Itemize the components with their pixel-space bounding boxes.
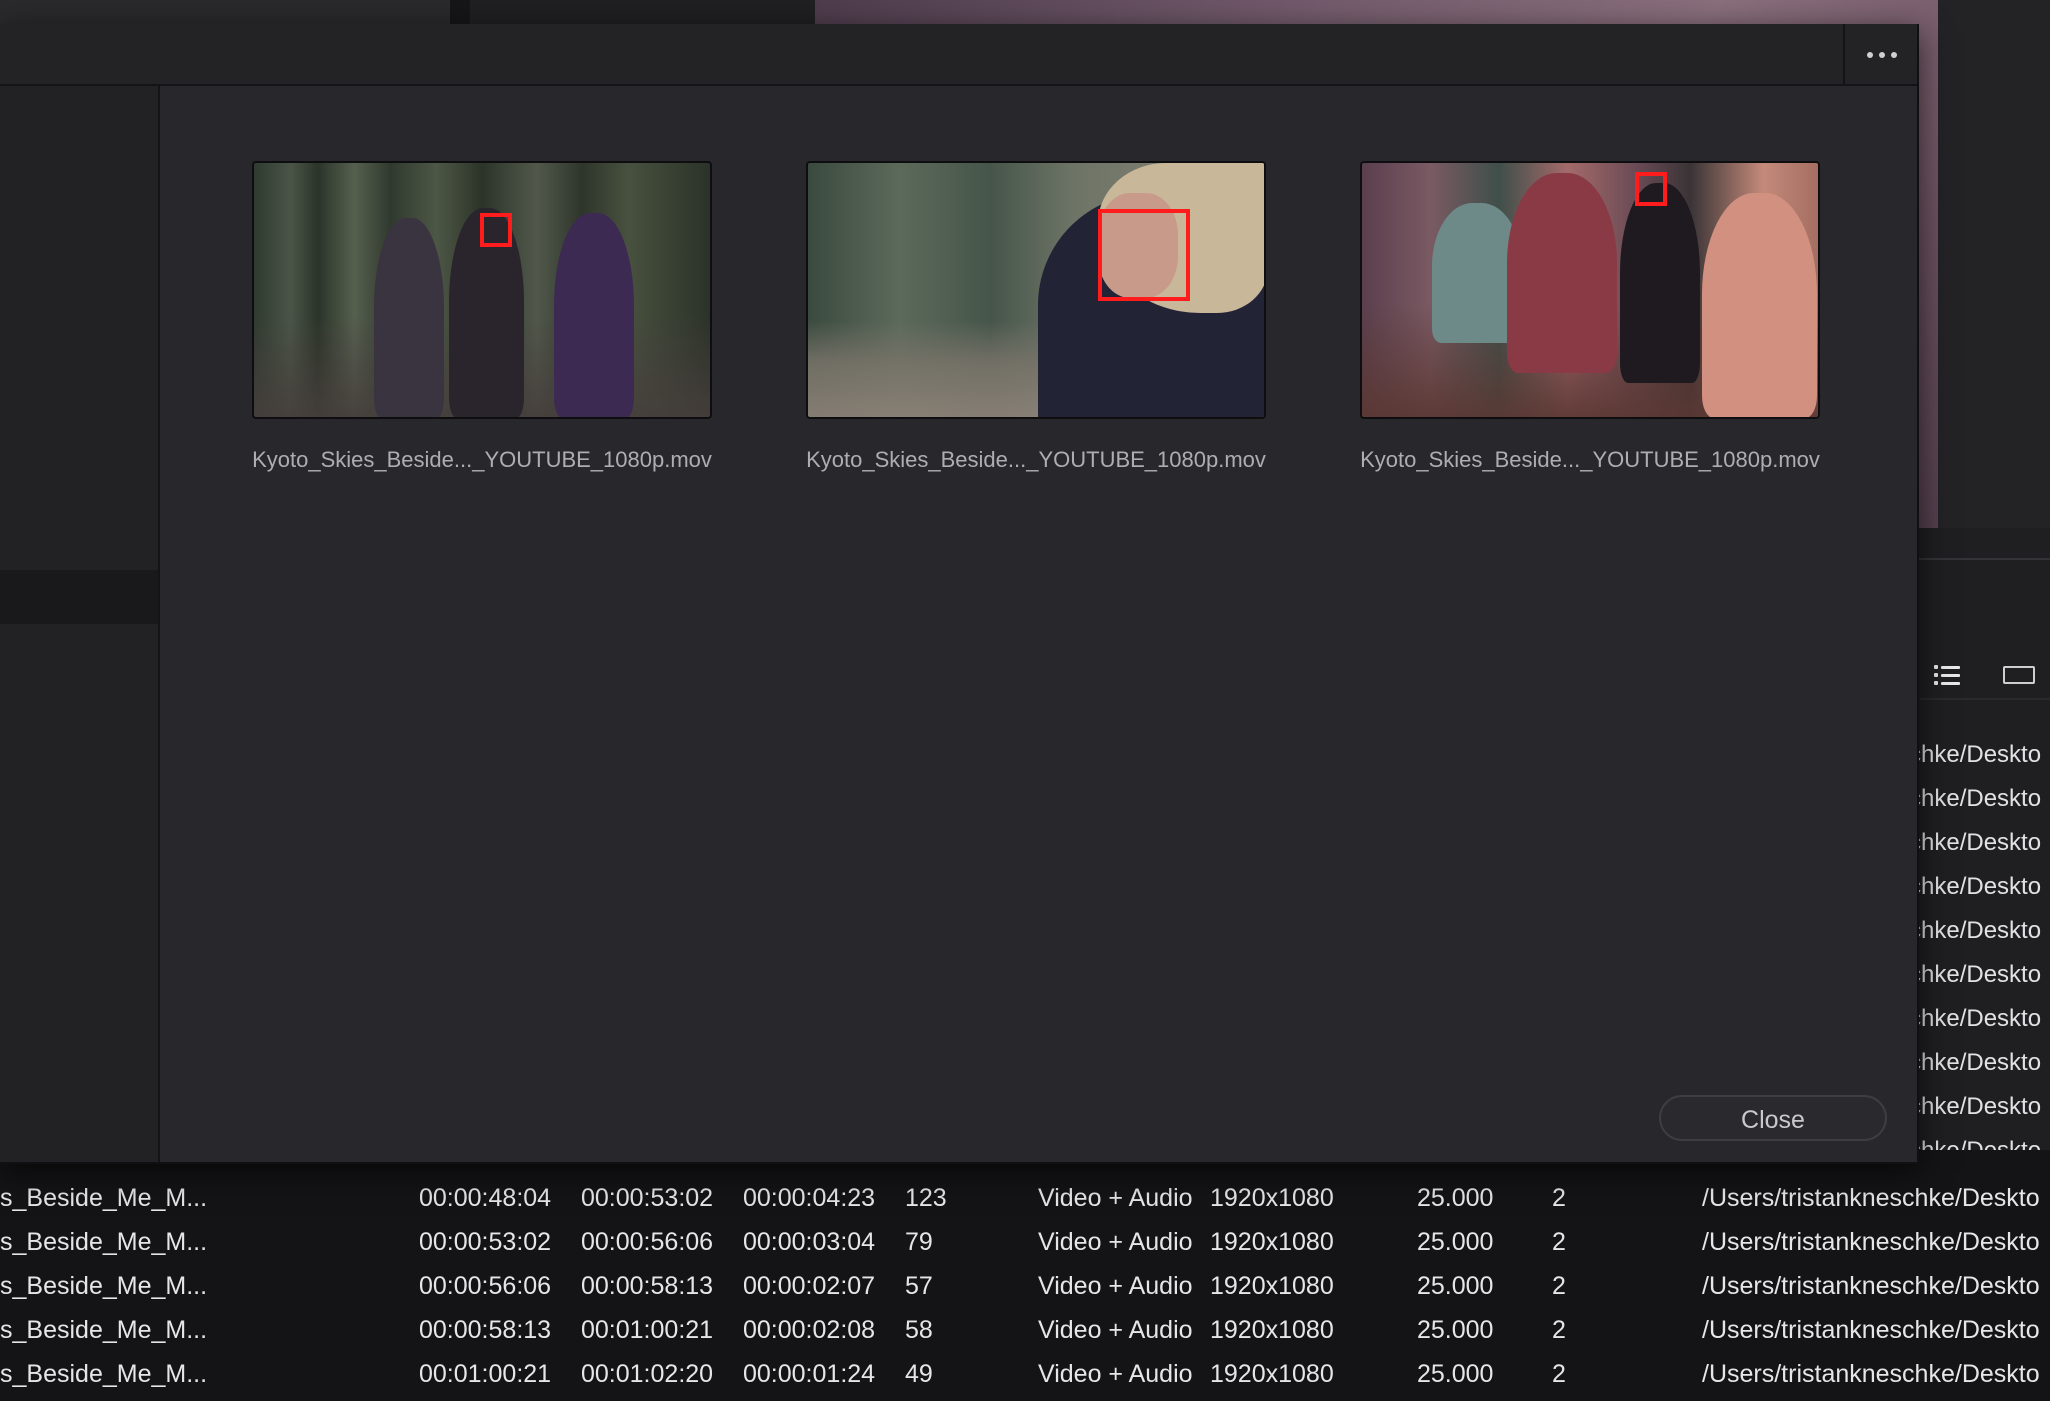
file-path-cell: /Users/tristankneschke/Deskto <box>1702 1228 2040 1256</box>
rectangle-icon <box>2003 666 2035 684</box>
clip-label: Kyoto_Skies_Beside..._YOUTUBE_1080p.mov <box>252 447 712 472</box>
fps-cell: 25.000 <box>1417 1360 1494 1388</box>
path-cell-fragment: chke/Deskto <box>1915 1005 2042 1032</box>
file-path-cell: /Users/tristankneschke/Deskto <box>1702 1360 2040 1388</box>
clip-card[interactable]: Kyoto_Skies_Beside..._YOUTUBE_1080p.mov <box>806 161 1266 473</box>
duration-cell: 00:00:02:07 <box>743 1272 876 1300</box>
background-toolbar-segment <box>0 0 450 26</box>
list-icon <box>1934 665 1960 685</box>
path-cell-fragment: chke/Deskto <box>1915 1049 2042 1076</box>
background-viewer-gutter <box>1938 0 2050 528</box>
start-timecode-cell: 00:00:58:13 <box>419 1316 552 1344</box>
clip-thumbnail[interactable] <box>252 161 712 419</box>
resolution-cell: 1920x1080 <box>1210 1316 1334 1344</box>
path-cell-fragment: chke/Deskto <box>1915 785 2042 812</box>
clip-name-cell: s_Beside_Me_M... <box>0 1228 208 1256</box>
figure <box>1620 183 1700 383</box>
clip-name-cell: s_Beside_Me_M... <box>0 1316 208 1344</box>
divider <box>1915 698 2050 700</box>
figure <box>374 218 444 417</box>
clip-grid: Kyoto_Skies_Beside..._YOUTUBE_1080p.mov … <box>160 86 1917 1162</box>
type-cell: Video + Audio <box>1038 1360 1193 1388</box>
fps-cell: 25.000 <box>1417 1184 1494 1212</box>
audio-channels-cell: 2 <box>1552 1184 1566 1212</box>
fps-cell: 25.000 <box>1417 1316 1494 1344</box>
figure <box>1507 173 1617 373</box>
frames-cell: 58 <box>905 1316 933 1344</box>
file-path-cell: /Users/tristankneschke/Deskto <box>1702 1316 2040 1344</box>
end-timecode-cell: 00:00:53:02 <box>581 1184 714 1212</box>
frames-cell: 123 <box>905 1184 947 1212</box>
clip-name-cell: s_Beside_Me_M... <box>0 1272 208 1300</box>
clip-card[interactable]: Kyoto_Skies_Beside..._YOUTUBE_1080p.mov <box>1360 161 1820 473</box>
table-row[interactable]: s_Beside_Me_M... 00:00:58:13 00:01:00:21 00… <box>0 1308 2050 1352</box>
resolution-cell: 1920x1080 <box>1210 1360 1334 1388</box>
file-path-cell: /Users/tristankneschke/Deskto <box>1702 1184 2040 1212</box>
clip-results-dialog: Kyoto_Skies_Beside..._YOUTUBE_1080p.mov … <box>0 24 1919 1164</box>
start-timecode-cell: 00:00:48:04 <box>419 1184 552 1212</box>
audio-channels-cell: 2 <box>1552 1228 1566 1256</box>
clip-label: Kyoto_Skies_Beside..._YOUTUBE_1080p.mov <box>1360 447 1820 472</box>
thumbnail-view-button[interactable] <box>1994 653 2044 697</box>
background-toolbar-segment <box>470 0 815 26</box>
duration-cell: 00:00:01:24 <box>743 1360 876 1388</box>
end-timecode-cell: 00:01:02:20 <box>581 1360 714 1388</box>
ellipsis-icon <box>1864 45 1900 63</box>
audio-channels-cell: 2 <box>1552 1272 1566 1300</box>
dialog-header <box>0 24 1917 86</box>
start-timecode-cell: 00:00:53:02 <box>419 1228 552 1256</box>
table-row[interactable]: s_Beside_Me_M... 00:00:48:04 00:00:53:02 00… <box>0 1176 2050 1220</box>
clip-name-cell: s_Beside_Me_M... <box>0 1360 208 1388</box>
figure <box>1702 193 1817 417</box>
clip-name-cell: s_Beside_Me_M... <box>0 1184 208 1212</box>
audio-channels-cell: 2 <box>1552 1360 1566 1388</box>
dialog-sidebar <box>0 86 160 1162</box>
face-detection-box <box>1098 209 1190 301</box>
media-pool-table: s_Beside_Me_M... 00:00:48:04 00:00:53:02 00… <box>0 1150 2050 1401</box>
path-cell-fragment: chke/Deskto <box>1915 873 2042 900</box>
start-timecode-cell: 00:01:00:21 <box>419 1360 552 1388</box>
fps-cell: 25.000 <box>1417 1272 1494 1300</box>
close-button[interactable]: Close <box>1659 1095 1887 1141</box>
list-view-button[interactable] <box>1922 653 1972 697</box>
divider <box>1915 558 2050 560</box>
path-cell-fragment: chke/Deskto <box>1915 1093 2042 1120</box>
table-row[interactable]: s_Beside_Me_M... 00:01:00:21 00:01:02:20 00… <box>0 1352 2050 1396</box>
more-options-button[interactable] <box>1843 24 1919 84</box>
table-row[interactable]: s_Beside_Me_M... 00:00:53:02 00:00:56:06 00… <box>0 1220 2050 1264</box>
sidebar-selected-item[interactable] <box>0 570 158 624</box>
figure <box>554 213 634 417</box>
duration-cell: 00:00:04:23 <box>743 1184 876 1212</box>
clip-thumbnail[interactable] <box>1360 161 1820 419</box>
audio-channels-cell: 2 <box>1552 1316 1566 1344</box>
clip-label: Kyoto_Skies_Beside..._YOUTUBE_1080p.mov <box>806 447 1266 472</box>
resolution-cell: 1920x1080 <box>1210 1272 1334 1300</box>
path-cell-fragment: chke/Deskto <box>1915 741 2042 768</box>
duration-cell: 00:00:02:08 <box>743 1316 876 1344</box>
end-timecode-cell: 00:01:00:21 <box>581 1316 714 1344</box>
type-cell: Video + Audio <box>1038 1272 1193 1300</box>
end-timecode-cell: 00:00:56:06 <box>581 1228 714 1256</box>
path-cell-fragment: chke/Deskto <box>1915 829 2042 856</box>
duration-cell: 00:00:03:04 <box>743 1228 876 1256</box>
end-timecode-cell: 00:00:58:13 <box>581 1272 714 1300</box>
frames-cell: 79 <box>905 1228 933 1256</box>
frames-cell: 57 <box>905 1272 933 1300</box>
clip-card[interactable]: Kyoto_Skies_Beside..._YOUTUBE_1080p.mov <box>252 161 712 473</box>
path-cell-fragment: chke/Deskto <box>1915 917 2042 944</box>
file-path-cell: /Users/tristankneschke/Deskto <box>1702 1272 2040 1300</box>
type-cell: Video + Audio <box>1038 1228 1193 1256</box>
table-row[interactable]: s_Beside_Me_M... 00:00:56:06 00:00:58:13 00… <box>0 1264 2050 1308</box>
path-cell-fragment: chke/Deskto <box>1915 961 2042 988</box>
fps-cell: 25.000 <box>1417 1228 1494 1256</box>
type-cell: Video + Audio <box>1038 1184 1193 1212</box>
resolution-cell: 1920x1080 <box>1210 1228 1334 1256</box>
resolution-cell: 1920x1080 <box>1210 1184 1334 1212</box>
clip-thumbnail[interactable] <box>806 161 1266 419</box>
face-detection-box <box>480 213 512 247</box>
frames-cell: 49 <box>905 1360 933 1388</box>
face-detection-box <box>1635 172 1667 206</box>
type-cell: Video + Audio <box>1038 1316 1193 1344</box>
start-timecode-cell: 00:00:56:06 <box>419 1272 552 1300</box>
